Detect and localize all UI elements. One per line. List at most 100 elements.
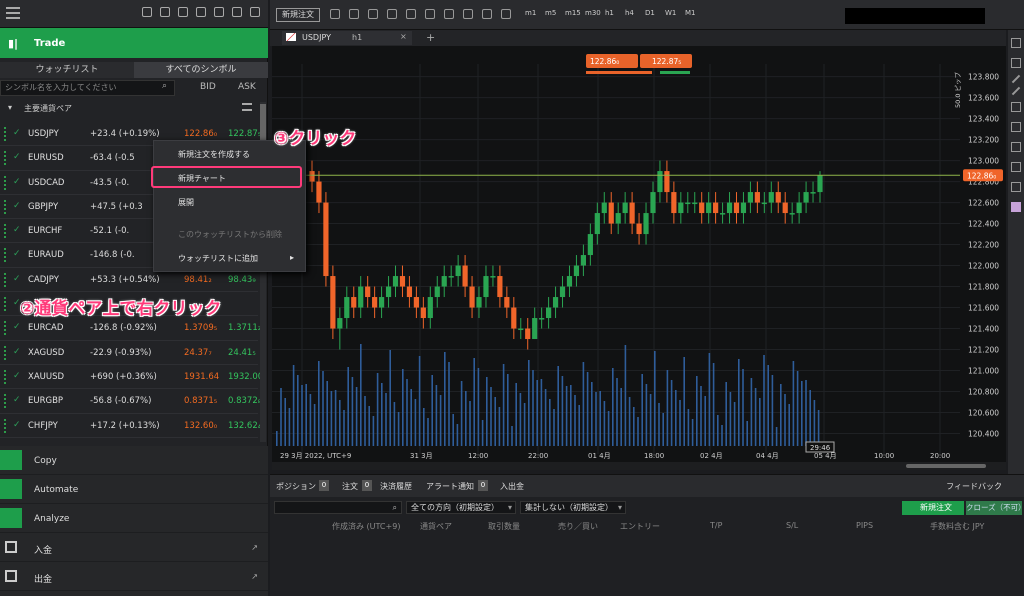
row-ask[interactable]: 1.3711₂ — [228, 323, 261, 333]
row-bid[interactable]: 0.8371₅ — [184, 396, 217, 406]
crosshair-tool-icon[interactable] — [1011, 58, 1021, 68]
mail-icon[interactable] — [142, 7, 152, 17]
camera-icon[interactable] — [178, 7, 188, 17]
drag-handle-icon[interactable] — [4, 127, 7, 141]
column-header[interactable]: 通貨ペア — [420, 521, 452, 532]
pitchfork-tool-icon[interactable] — [1011, 162, 1021, 172]
close-tab-icon[interactable]: × — [400, 32, 407, 41]
crosshair-icon[interactable] — [349, 9, 359, 19]
collapse-icon[interactable]: ▾ — [8, 103, 12, 112]
chart-icon[interactable] — [250, 7, 260, 17]
drag-handle-icon[interactable] — [4, 418, 7, 433]
row-ask[interactable]: 98.43₉ — [228, 275, 256, 285]
line-tool-icon[interactable] — [1011, 74, 1021, 84]
group-menu-icon[interactable] — [242, 103, 252, 111]
column-header[interactable]: エントリー — [620, 521, 660, 532]
column-header[interactable]: 取引数量 — [488, 521, 520, 532]
cursor-tool-icon[interactable] — [1011, 38, 1021, 48]
timeframe-D1[interactable]: D1 — [645, 9, 655, 17]
ctx-create-order[interactable]: 新規注文を作成する — [178, 149, 250, 160]
watchlist-row[interactable]: ✓ EURCAD -126.8 (-0.92%) 1.3709₅ 1.3711₂ — [0, 316, 261, 341]
column-header[interactable]: 作成済み (UTC+9) — [332, 521, 400, 532]
nav-deposit[interactable]: 入金 ↗ — [0, 533, 268, 562]
column-header[interactable]: T/P — [710, 521, 722, 530]
drag-handle-icon[interactable] — [4, 345, 7, 360]
function-icon[interactable] — [463, 9, 473, 19]
nav-withdraw[interactable]: 出金 ↗ — [0, 562, 268, 591]
drag-handle-icon[interactable] — [4, 199, 7, 214]
zoom-out-icon[interactable] — [425, 9, 435, 19]
column-header[interactable]: S/L — [786, 521, 798, 530]
row-bid[interactable]: 24.37₇ — [184, 348, 212, 358]
menu-icon[interactable] — [6, 7, 20, 19]
color-tool-icon[interactable] — [1011, 202, 1021, 212]
close-all-button[interactable]: クローズ（不可） — [966, 501, 1024, 515]
timeframe-M1[interactable]: M1 — [685, 9, 696, 17]
settings-icon[interactable] — [501, 9, 511, 19]
tab-all-symbols[interactable]: すべてのシンボル — [134, 62, 268, 78]
timeframe-h1[interactable]: h1 — [605, 9, 614, 17]
timeframe-W1[interactable]: W1 — [665, 9, 676, 17]
positions-filter-input[interactable]: ⌕ — [274, 501, 402, 514]
tab-orders[interactable]: 注文 — [342, 481, 358, 492]
channel-tool-icon[interactable] — [1011, 142, 1021, 152]
expand-icon[interactable] — [196, 7, 206, 17]
trade-header[interactable]: ▮| Trade — [0, 28, 268, 58]
drag-handle-icon[interactable] — [4, 272, 7, 287]
row-bid[interactable]: 98.41₂ — [184, 275, 212, 285]
row-bid[interactable]: 1931.64 — [184, 372, 219, 382]
chart-horizontal-scrollbar[interactable] — [272, 462, 1006, 470]
drag-handle-icon[interactable] — [4, 224, 7, 239]
timeframe-m15[interactable]: m15 — [565, 9, 581, 17]
shape-tool-icon[interactable] — [1011, 102, 1021, 112]
row-ask[interactable]: 132.62₄ — [228, 421, 261, 431]
drag-handle-icon[interactable] — [4, 369, 7, 384]
nav-copy[interactable]: Copy — [0, 446, 268, 475]
price-chart[interactable]: 123.800 123.600 123.400 123.200 123.000 122.8… — [272, 46, 1006, 462]
nav-analyze[interactable]: Analyze — [0, 504, 268, 533]
chart-tab-usdjpy[interactable]: USDJPY h1 × — [282, 31, 412, 45]
drag-handle-icon[interactable] — [4, 394, 7, 409]
drag-handle-icon[interactable] — [4, 248, 7, 263]
new-order-button-bottom[interactable]: 新規注文 — [902, 501, 964, 515]
text-tool-icon[interactable] — [1011, 182, 1021, 192]
timeframe-h4[interactable]: h4 — [625, 9, 634, 17]
drag-handle-icon[interactable] — [4, 321, 7, 336]
watchlist-row[interactable]: ✓ EURGBP -56.8 (-0.67%) 0.8371₅ 0.8372₈ — [0, 389, 261, 414]
indicator-icon[interactable] — [444, 9, 454, 19]
column-header[interactable]: PIPS — [856, 521, 873, 530]
tab-watchlist[interactable]: ウォッチリスト — [0, 62, 134, 78]
search-icon[interactable]: ⌕ — [162, 81, 167, 91]
add-chart-tab-button[interactable]: + — [426, 31, 435, 44]
tab-alerts[interactable]: アラート通知 — [426, 481, 474, 492]
row-ask[interactable]: 0.8372₈ — [228, 396, 261, 406]
chart-tab-timeframe[interactable]: h1 — [352, 33, 362, 42]
nav-automate[interactable]: Automate — [0, 475, 268, 504]
zoom-in-icon[interactable] — [406, 9, 416, 19]
ctx-expand[interactable]: 展開 — [178, 197, 194, 208]
column-header[interactable]: 売り／買い — [558, 521, 598, 532]
watchlist-row[interactable]: ✓ CHFJPY +17.2 (+0.13%) 132.60₀ 132.62₄ — [0, 414, 261, 438]
row-ask[interactable]: 1932.00 — [228, 372, 263, 382]
timeframe-m5[interactable]: m5 — [545, 9, 556, 17]
ctx-add-to-watchlist[interactable]: ウォッチリストに追加 — [178, 253, 258, 264]
row-ask[interactable]: 24.41₅ — [228, 348, 256, 358]
row-ask[interactable]: 122.87₅ — [228, 129, 261, 139]
row-bid[interactable]: 1.3709₅ — [184, 323, 217, 333]
symbol-search-input[interactable]: シンボル名を入力してください — [0, 80, 175, 96]
timeframe-m30[interactable]: m30 — [585, 9, 601, 17]
tab-transfers[interactable]: 入出金 — [500, 481, 524, 492]
column-header[interactable]: 手数料含む JPY — [930, 521, 984, 532]
square-icon[interactable] — [368, 9, 378, 19]
grid-icon[interactable] — [387, 9, 397, 19]
chart-type-icon[interactable] — [330, 9, 340, 19]
drag-handle-icon[interactable] — [4, 175, 7, 190]
tab-history[interactable]: 決済履歴 — [380, 481, 412, 492]
watchlist-row[interactable]: ✓ XAGUSD -22.9 (-0.93%) 24.37₇ 24.41₅ — [0, 341, 258, 365]
ray-tool-icon[interactable] — [1011, 86, 1021, 96]
tab-positions[interactable]: ポジション — [276, 481, 316, 492]
feedback-link[interactable]: フィードバック — [946, 481, 1002, 492]
layout-icon[interactable] — [160, 7, 170, 17]
aggregate-select[interactable]: 集計しない（初期設定） ▾ — [520, 501, 626, 514]
group-header[interactable]: ▾ 主要通貨ペア — [0, 100, 258, 116]
